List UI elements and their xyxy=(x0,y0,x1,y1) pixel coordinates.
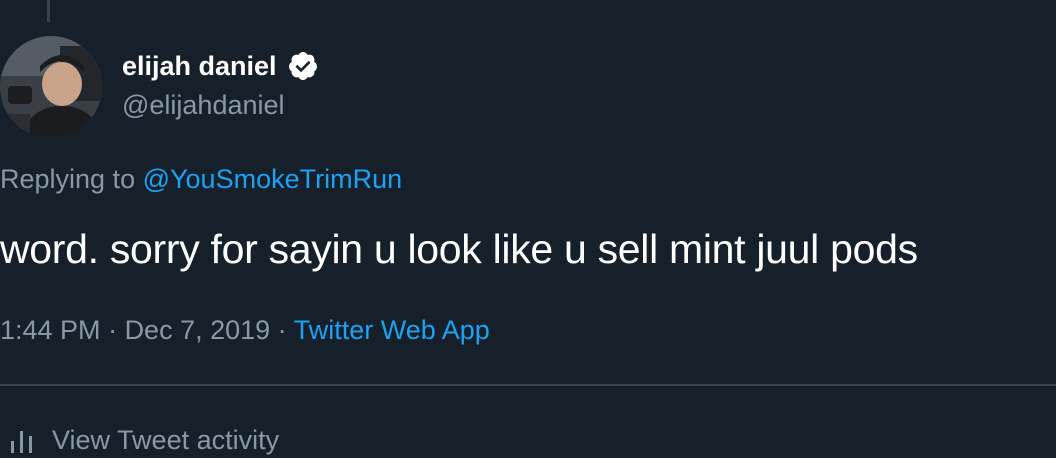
tweet-detail: elijah daniel @elijahdaniel Replying to … xyxy=(0,0,1056,458)
meta-separator: · xyxy=(270,315,294,345)
author-handle[interactable]: @elijahdaniel xyxy=(122,90,285,121)
replying-to-label: Replying to xyxy=(0,164,143,194)
avatar-photo-icon xyxy=(0,36,102,138)
replying-to-line: Replying to @YouSmokeTrimRun xyxy=(0,164,402,195)
divider xyxy=(0,384,1056,386)
tweet-source-link[interactable]: Twitter Web App xyxy=(294,315,490,345)
verified-badge-icon xyxy=(287,50,319,82)
tweet-date[interactable]: Dec 7, 2019 xyxy=(125,315,271,345)
author-name-row: elijah daniel xyxy=(122,46,319,86)
avatar[interactable] xyxy=(0,36,102,138)
thread-connector-line xyxy=(47,0,50,22)
tweet-meta: 1:44 PM · Dec 7, 2019 · Twitter Web App xyxy=(0,315,490,346)
tweet-time[interactable]: 1:44 PM xyxy=(0,315,101,345)
meta-separator: · xyxy=(100,315,125,345)
author-display-name[interactable]: elijah daniel xyxy=(122,51,277,82)
tweet-text: word. sorry for sayin u look like u sell… xyxy=(0,226,918,272)
reply-mention-link[interactable]: @YouSmokeTrimRun xyxy=(143,164,403,194)
bar-chart-icon xyxy=(8,425,38,455)
view-tweet-activity-button[interactable]: View Tweet activity xyxy=(0,420,279,458)
view-tweet-activity-label: View Tweet activity xyxy=(52,424,280,455)
